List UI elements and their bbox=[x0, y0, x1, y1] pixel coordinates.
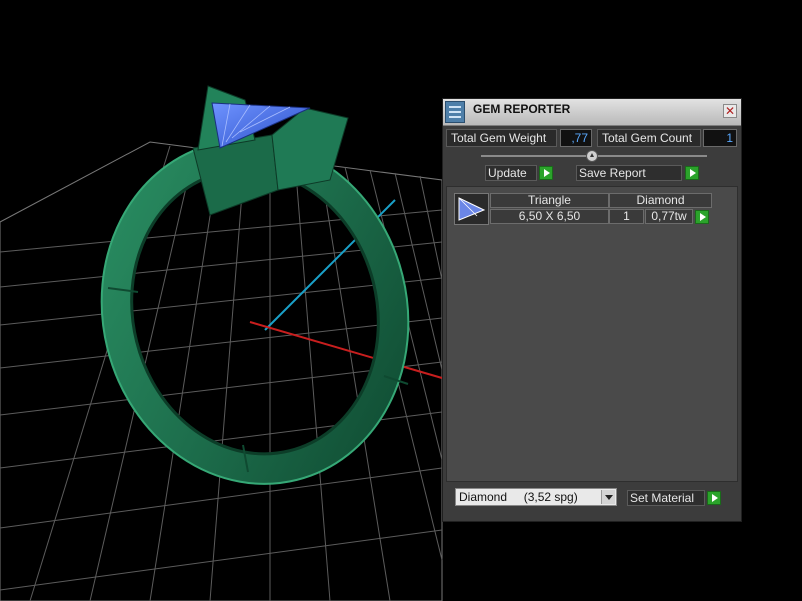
update-button[interactable]: Update bbox=[485, 165, 537, 181]
save-report-play-icon[interactable] bbox=[685, 166, 699, 180]
gem-size-cell: 6,50 X 6,50 bbox=[490, 209, 609, 224]
panel-titlebar[interactable]: GEM REPORTER ✕ bbox=[443, 99, 741, 126]
x-axis-line bbox=[249, 321, 443, 379]
close-icon[interactable]: ✕ bbox=[723, 104, 737, 118]
set-material-play-icon[interactable] bbox=[707, 491, 721, 505]
gem-shape-cell: Triangle bbox=[490, 193, 609, 208]
gem-reporter-icon bbox=[445, 101, 465, 123]
gem-list: Triangle Diamond 6,50 X 6,50 1 0,77tw bbox=[446, 186, 738, 482]
gem-row-play-icon[interactable] bbox=[695, 210, 709, 224]
gem-count-cell: 1 bbox=[609, 209, 644, 224]
triangle-gem-icon bbox=[454, 193, 489, 225]
total-gem-weight-label: Total Gem Weight bbox=[446, 129, 557, 147]
panel-title: GEM REPORTER bbox=[473, 102, 571, 116]
total-gem-weight-value: ,77 bbox=[560, 129, 592, 147]
gem-reporter-panel: GEM REPORTER ✕ Total Gem Weight ,77 Tota… bbox=[442, 98, 742, 522]
total-gem-count-label: Total Gem Count bbox=[597, 129, 701, 147]
update-play-icon[interactable] bbox=[539, 166, 553, 180]
set-material-button[interactable]: Set Material bbox=[627, 490, 705, 506]
material-select[interactable]: Diamond (3,52 spg) bbox=[455, 488, 617, 506]
gem-material-cell: Diamond bbox=[609, 193, 712, 208]
gem-weight-cell: 0,77tw bbox=[645, 209, 693, 224]
chevron-down-icon[interactable] bbox=[601, 490, 615, 504]
total-gem-count-value: 1 bbox=[703, 129, 737, 147]
slider-knob-icon[interactable] bbox=[586, 150, 598, 162]
material-select-value: Diamond (3,52 spg) bbox=[459, 490, 578, 504]
save-report-button[interactable]: Save Report bbox=[576, 165, 682, 181]
